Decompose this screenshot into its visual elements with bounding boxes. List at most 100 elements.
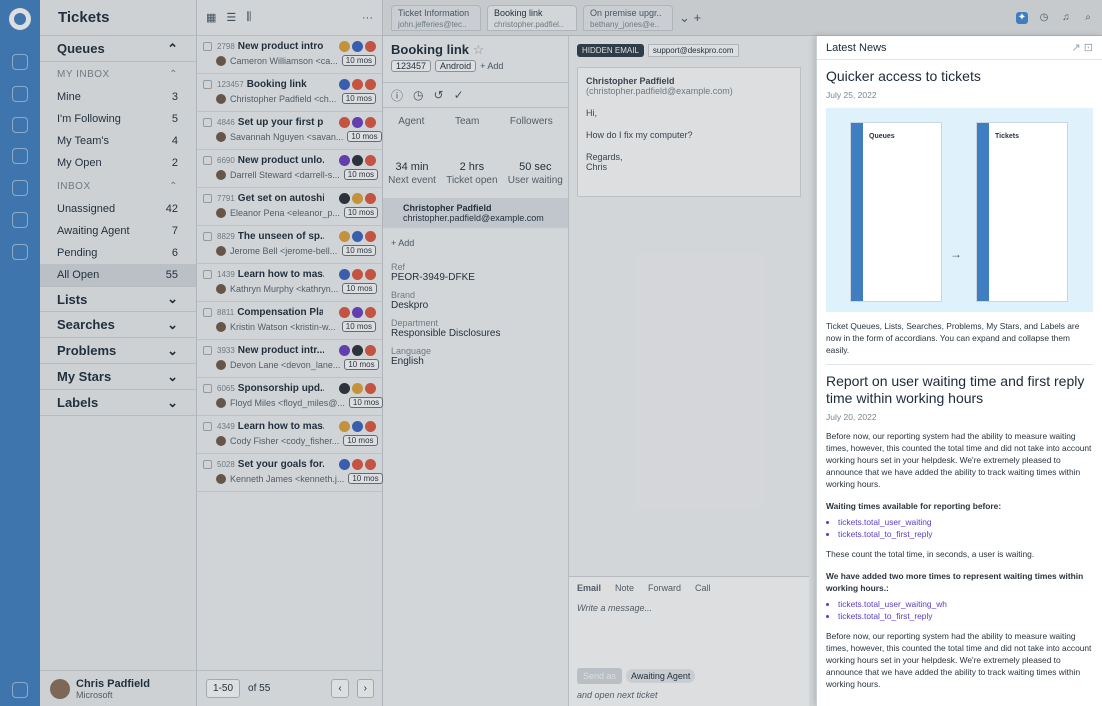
next-page-button[interactable]: › [356,679,374,698]
row-checkbox[interactable] [203,460,212,469]
row-checkbox[interactable] [203,42,212,51]
news-icon[interactable]: ✦ [1016,12,1028,24]
send-button[interactable]: Send as [577,668,623,684]
star-icon[interactable]: ☆ [473,42,485,57]
search-icon[interactable]: ⌕ [1082,12,1094,24]
team-dot [352,231,363,242]
external-link-icon[interactable]: ↗ ⊡ [1072,41,1094,54]
user-profile[interactable]: Chris Padfield Microsoft [40,670,197,706]
reports-icon[interactable] [12,148,28,164]
row-checkbox[interactable] [203,270,212,279]
team-dot [352,345,363,356]
my-stars-section[interactable]: My Stars ⌄ [40,364,196,390]
billing-icon[interactable] [12,212,28,228]
sla-icon[interactable]: ◷ [413,88,423,102]
ticket-row[interactable]: 3933 New product intr... Devon Lane <devon… [197,340,382,378]
more-icon[interactable]: ··· [362,12,373,24]
row-checkbox[interactable] [203,422,212,431]
tab-note[interactable]: Note [615,583,634,593]
ticket-row[interactable]: 8829 The unseen of sp... Jerome Bell <jero… [197,226,382,264]
queue-item-all-open[interactable]: All Open 55 [40,264,196,286]
logout-icon[interactable] [12,682,28,698]
row-checkbox[interactable] [203,156,212,165]
row-checkbox[interactable] [203,194,212,203]
check-icon[interactable]: ✓ [454,88,464,102]
settings-icon[interactable] [12,180,28,196]
labels-section[interactable]: Labels ⌄ [40,390,196,416]
tasks-icon[interactable] [12,117,28,133]
ticket-row[interactable]: 7791 Get set on autoship Eleanor Pena <ele… [197,188,382,226]
ticket-row[interactable]: 8811 Compensation Plan Kristin Watson <kri… [197,302,382,340]
row-checkbox[interactable] [203,80,212,89]
status-select[interactable]: Awaiting Agent [626,669,696,683]
ticket-row[interactable]: 4349 Learn how to mas... Cody Fisher <cody… [197,416,382,454]
add-contact-button[interactable]: + Add [383,228,568,258]
page-size-select[interactable]: 1-50 [206,679,241,698]
column-view-icon[interactable]: ⫼ [246,11,251,24]
lists-section[interactable]: Lists ⌄ [40,286,196,312]
ticket-row[interactable]: 6690 New product unlo... Darrell Steward <… [197,150,382,188]
queue-item-mine[interactable]: Mine 3 [40,86,196,108]
tickets-icon[interactable] [12,86,28,102]
metric-link[interactable]: tickets.total_user_waiting_wh [838,598,1093,610]
user-icon[interactable] [12,54,28,70]
next-ticket-select[interactable]: and open next ticket [577,690,658,700]
ticket-row[interactable]: 2798 New product intro... Cameron Williams… [197,36,382,74]
tab-ticket-information[interactable]: Ticket Information john.jefferies@tec.. [391,4,481,31]
ticket-person: Eleanor Pena <eleanor_p... [230,207,340,218]
metric-link[interactable]: tickets.total_user_waiting [838,516,1093,528]
team-role[interactable]: Team [455,116,479,127]
label-chip[interactable]: Android [435,60,477,72]
prev-page-button[interactable]: ‹ [331,679,349,698]
problems-section[interactable]: Problems ⌄ [40,338,196,364]
team-dot [352,79,363,90]
tab-call[interactable]: Call [695,583,711,593]
row-checkbox[interactable] [203,232,212,241]
bell-icon[interactable]: ♫ [1060,12,1072,24]
followers-role[interactable]: Followers [510,116,553,127]
tab-booking-link[interactable]: Booking link christopher.padfiel.. [487,4,577,31]
app-logo[interactable] [9,8,31,30]
metric-link[interactable]: tickets.total_to_first_reply [838,610,1093,622]
queue-item-following[interactable]: I'm Following 5 [40,108,196,130]
ticket-row[interactable]: 4846 Set up your first p... Savannah Nguye… [197,112,382,150]
queue-item-awaiting[interactable]: Awaiting Agent 7 [40,220,196,242]
ticket-row[interactable]: 123457 Booking link Christopher Padfield <… [197,74,382,112]
contact-card[interactable]: Christopher Padfield christopher.padfield… [383,198,568,228]
agent-role[interactable]: Agent [398,116,424,127]
ticket-person: Devon Lane <devon_lane... [230,359,341,370]
searches-section[interactable]: Searches ⌄ [40,312,196,338]
ticket-row[interactable]: 1439 Learn how to mas... Kathryn Murphy <k… [197,264,382,302]
my-inbox-heading[interactable]: MY INBOX ⌃ [40,62,196,86]
history-icon[interactable]: ↺ [434,88,444,102]
top-icons: ✦ ◷ ♫ ⌕ [1016,12,1094,24]
tab-email[interactable]: Email [577,583,601,593]
tab-on-premise[interactable]: On premise upgr.. bethany_jones@e.. [583,4,673,31]
row-checkbox[interactable] [203,308,212,317]
queue-item-teams[interactable]: My Team's 4 [40,130,196,152]
message-input[interactable]: Write a message... [577,603,801,613]
row-checkbox[interactable] [203,346,212,355]
team-dot [352,421,363,432]
row-checkbox[interactable] [203,118,212,127]
row-checkbox[interactable] [203,384,212,393]
queue-label: My Open [57,157,102,169]
grid-view-icon[interactable]: ▦ [206,11,216,24]
kb-icon[interactable] [12,244,28,260]
new-tab-icon[interactable]: ⌄ + [679,10,701,26]
ticket-row[interactable]: 5028 Set your goals for... Kenneth James <… [197,454,383,492]
ticket-row[interactable]: 6065 Sponsorship upd... Floyd Miles <floyd… [197,378,384,416]
tab-forward[interactable]: Forward [648,583,681,593]
queue-item-my-open[interactable]: My Open 2 [40,152,196,174]
metric-link[interactable]: tickets.total_to_first_reply [838,528,1093,540]
info-icon[interactable]: ⓘ [391,87,403,104]
time-icon[interactable]: ◷ [1038,12,1050,24]
hidden-email-address: support@deskpro.com [647,44,739,57]
list-view-icon[interactable]: ☰ [226,11,236,24]
queue-item-pending[interactable]: Pending 6 [40,242,196,264]
queues-section[interactable]: Queues ⌃ [40,36,196,62]
ticket-roles: Agent Team Followers [383,108,568,127]
queue-item-unassigned[interactable]: Unassigned 42 [40,198,196,220]
inbox-heading[interactable]: INBOX ⌃ [40,174,196,198]
add-label-button[interactable]: + Add [480,61,503,71]
